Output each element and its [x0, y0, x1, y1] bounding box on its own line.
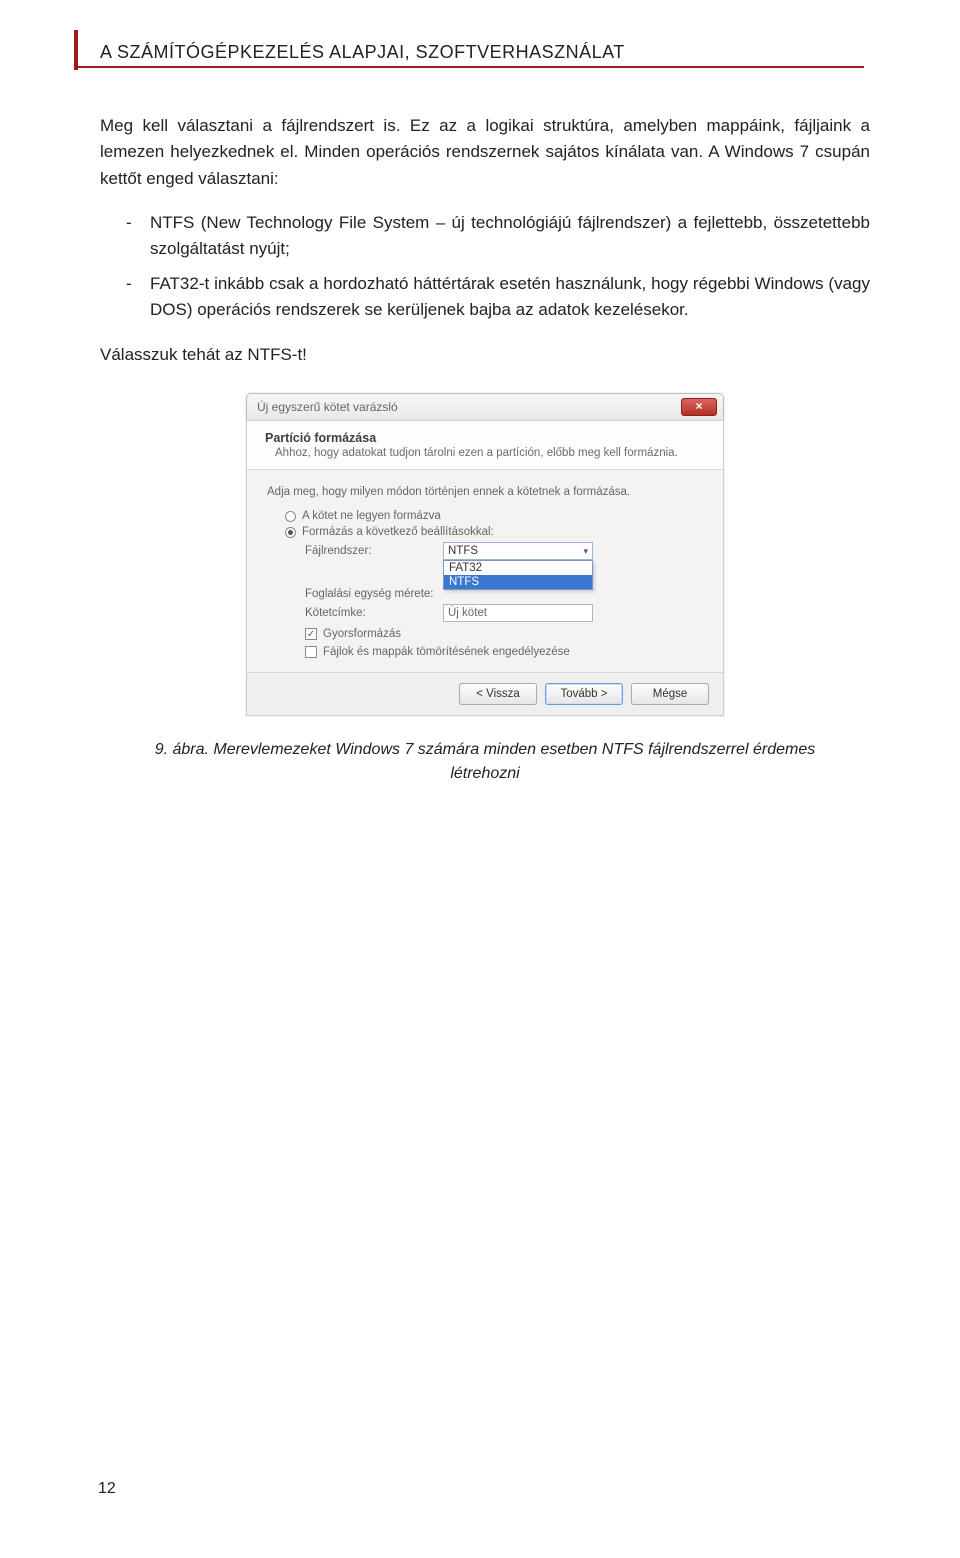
header-top-rule [74, 66, 864, 68]
dialog-title: Új egyszerű kötet varázsló [257, 400, 398, 414]
allocation-label: Foglalási egység mérete: [305, 588, 443, 600]
dialog-screenshot: Új egyszerű kötet varázsló × Partíció fo… [100, 393, 870, 716]
dialog-body: Partíció formázása Ahhoz, hogy adatokat … [246, 420, 724, 716]
cancel-button[interactable]: Mégse [631, 683, 709, 705]
dialog-header-box: Partíció formázása Ahhoz, hogy adatokat … [247, 421, 723, 470]
compression-checkbox[interactable]: Fájlok és mappák tömörítésének engedélye… [305, 646, 705, 658]
filesystem-combo-value: NTFS [448, 545, 478, 557]
dialog-intro-text: Adja meg, hogy milyen módon történjen en… [267, 486, 705, 498]
figure-caption: 9. ábra. Merevlemezeket Windows 7 számár… [125, 738, 845, 786]
volume-label-value: Új kötet [448, 607, 487, 619]
list-item: - NTFS (New Technology File System – új … [100, 210, 870, 263]
chevron-down-icon: ▾ [583, 546, 588, 557]
filesystem-combo[interactable]: NTFS ▾ [443, 542, 593, 560]
wizard-dialog: Új egyszerű kötet varázsló × Partíció fo… [246, 393, 724, 716]
dialog-button-row: < Vissza Tovább > Mégse [247, 672, 723, 715]
compression-label: Fájlok és mappák tömörítésének engedélye… [323, 646, 570, 658]
dialog-section-subtitle: Ahhoz, hogy adatokat tudjon tárolni ezen… [275, 447, 705, 459]
volume-label-row: Kötetcímke: Új kötet [305, 604, 705, 622]
checkbox-unchecked-icon [305, 646, 317, 658]
intro-paragraph: Meg kell választani a fájlrendszert is. … [100, 113, 870, 192]
next-button[interactable]: Tovább > [545, 683, 623, 705]
close-button[interactable]: × [681, 398, 717, 416]
quick-format-label: Gyorsformázás [323, 628, 401, 640]
back-button[interactable]: < Vissza [459, 683, 537, 705]
header-side-rule [74, 30, 78, 70]
radio-no-format[interactable]: A kötet ne legyen formázva [285, 510, 705, 522]
page-number: 12 [98, 1480, 116, 1498]
filesystem-row: Fájlrendszer: NTFS ▾ [305, 542, 705, 560]
filesystem-label: Fájlrendszer: [305, 545, 443, 557]
quick-format-checkbox[interactable]: ✓ Gyorsformázás [305, 628, 705, 640]
volume-label-label: Kötetcímke: [305, 607, 443, 619]
radio-format-with-settings[interactable]: Formázás a következő beállításokkal: [285, 526, 705, 538]
filesystem-dropdown[interactable]: FAT32 NTFS [443, 560, 593, 590]
radio-on-icon [285, 527, 296, 538]
radio-format-label: Formázás a következő beállításokkal: [302, 526, 494, 538]
running-head: A SZÁMÍTÓGÉPKEZELÉS ALAPJAI, SZOFTVERHAS… [100, 42, 870, 63]
volume-label-input[interactable]: Új kötet [443, 604, 593, 622]
dialog-form: Adja meg, hogy milyen módon történjen en… [247, 470, 723, 672]
choose-ntfs-line: Válasszuk tehát az NTFS-t! [100, 345, 870, 365]
radio-off-icon [285, 511, 296, 522]
dialog-titlebar: Új egyszerű kötet varázsló × [246, 393, 724, 420]
list-item: - FAT32-t inkább csak a hordozható hátté… [100, 271, 870, 324]
bullet-list: - NTFS (New Technology File System – új … [100, 210, 870, 323]
list-item-text: FAT32-t inkább csak a hordozható háttért… [150, 271, 870, 324]
checkbox-checked-icon: ✓ [305, 628, 317, 640]
bullet-dash-icon: - [100, 271, 150, 324]
dropdown-option-ntfs[interactable]: NTFS [444, 575, 592, 589]
dropdown-option-fat32[interactable]: FAT32 [444, 561, 592, 575]
dialog-section-title: Partíció formázása [265, 431, 705, 445]
list-item-text: NTFS (New Technology File System – új te… [150, 210, 870, 263]
radio-no-format-label: A kötet ne legyen formázva [302, 510, 441, 522]
bullet-dash-icon: - [100, 210, 150, 263]
